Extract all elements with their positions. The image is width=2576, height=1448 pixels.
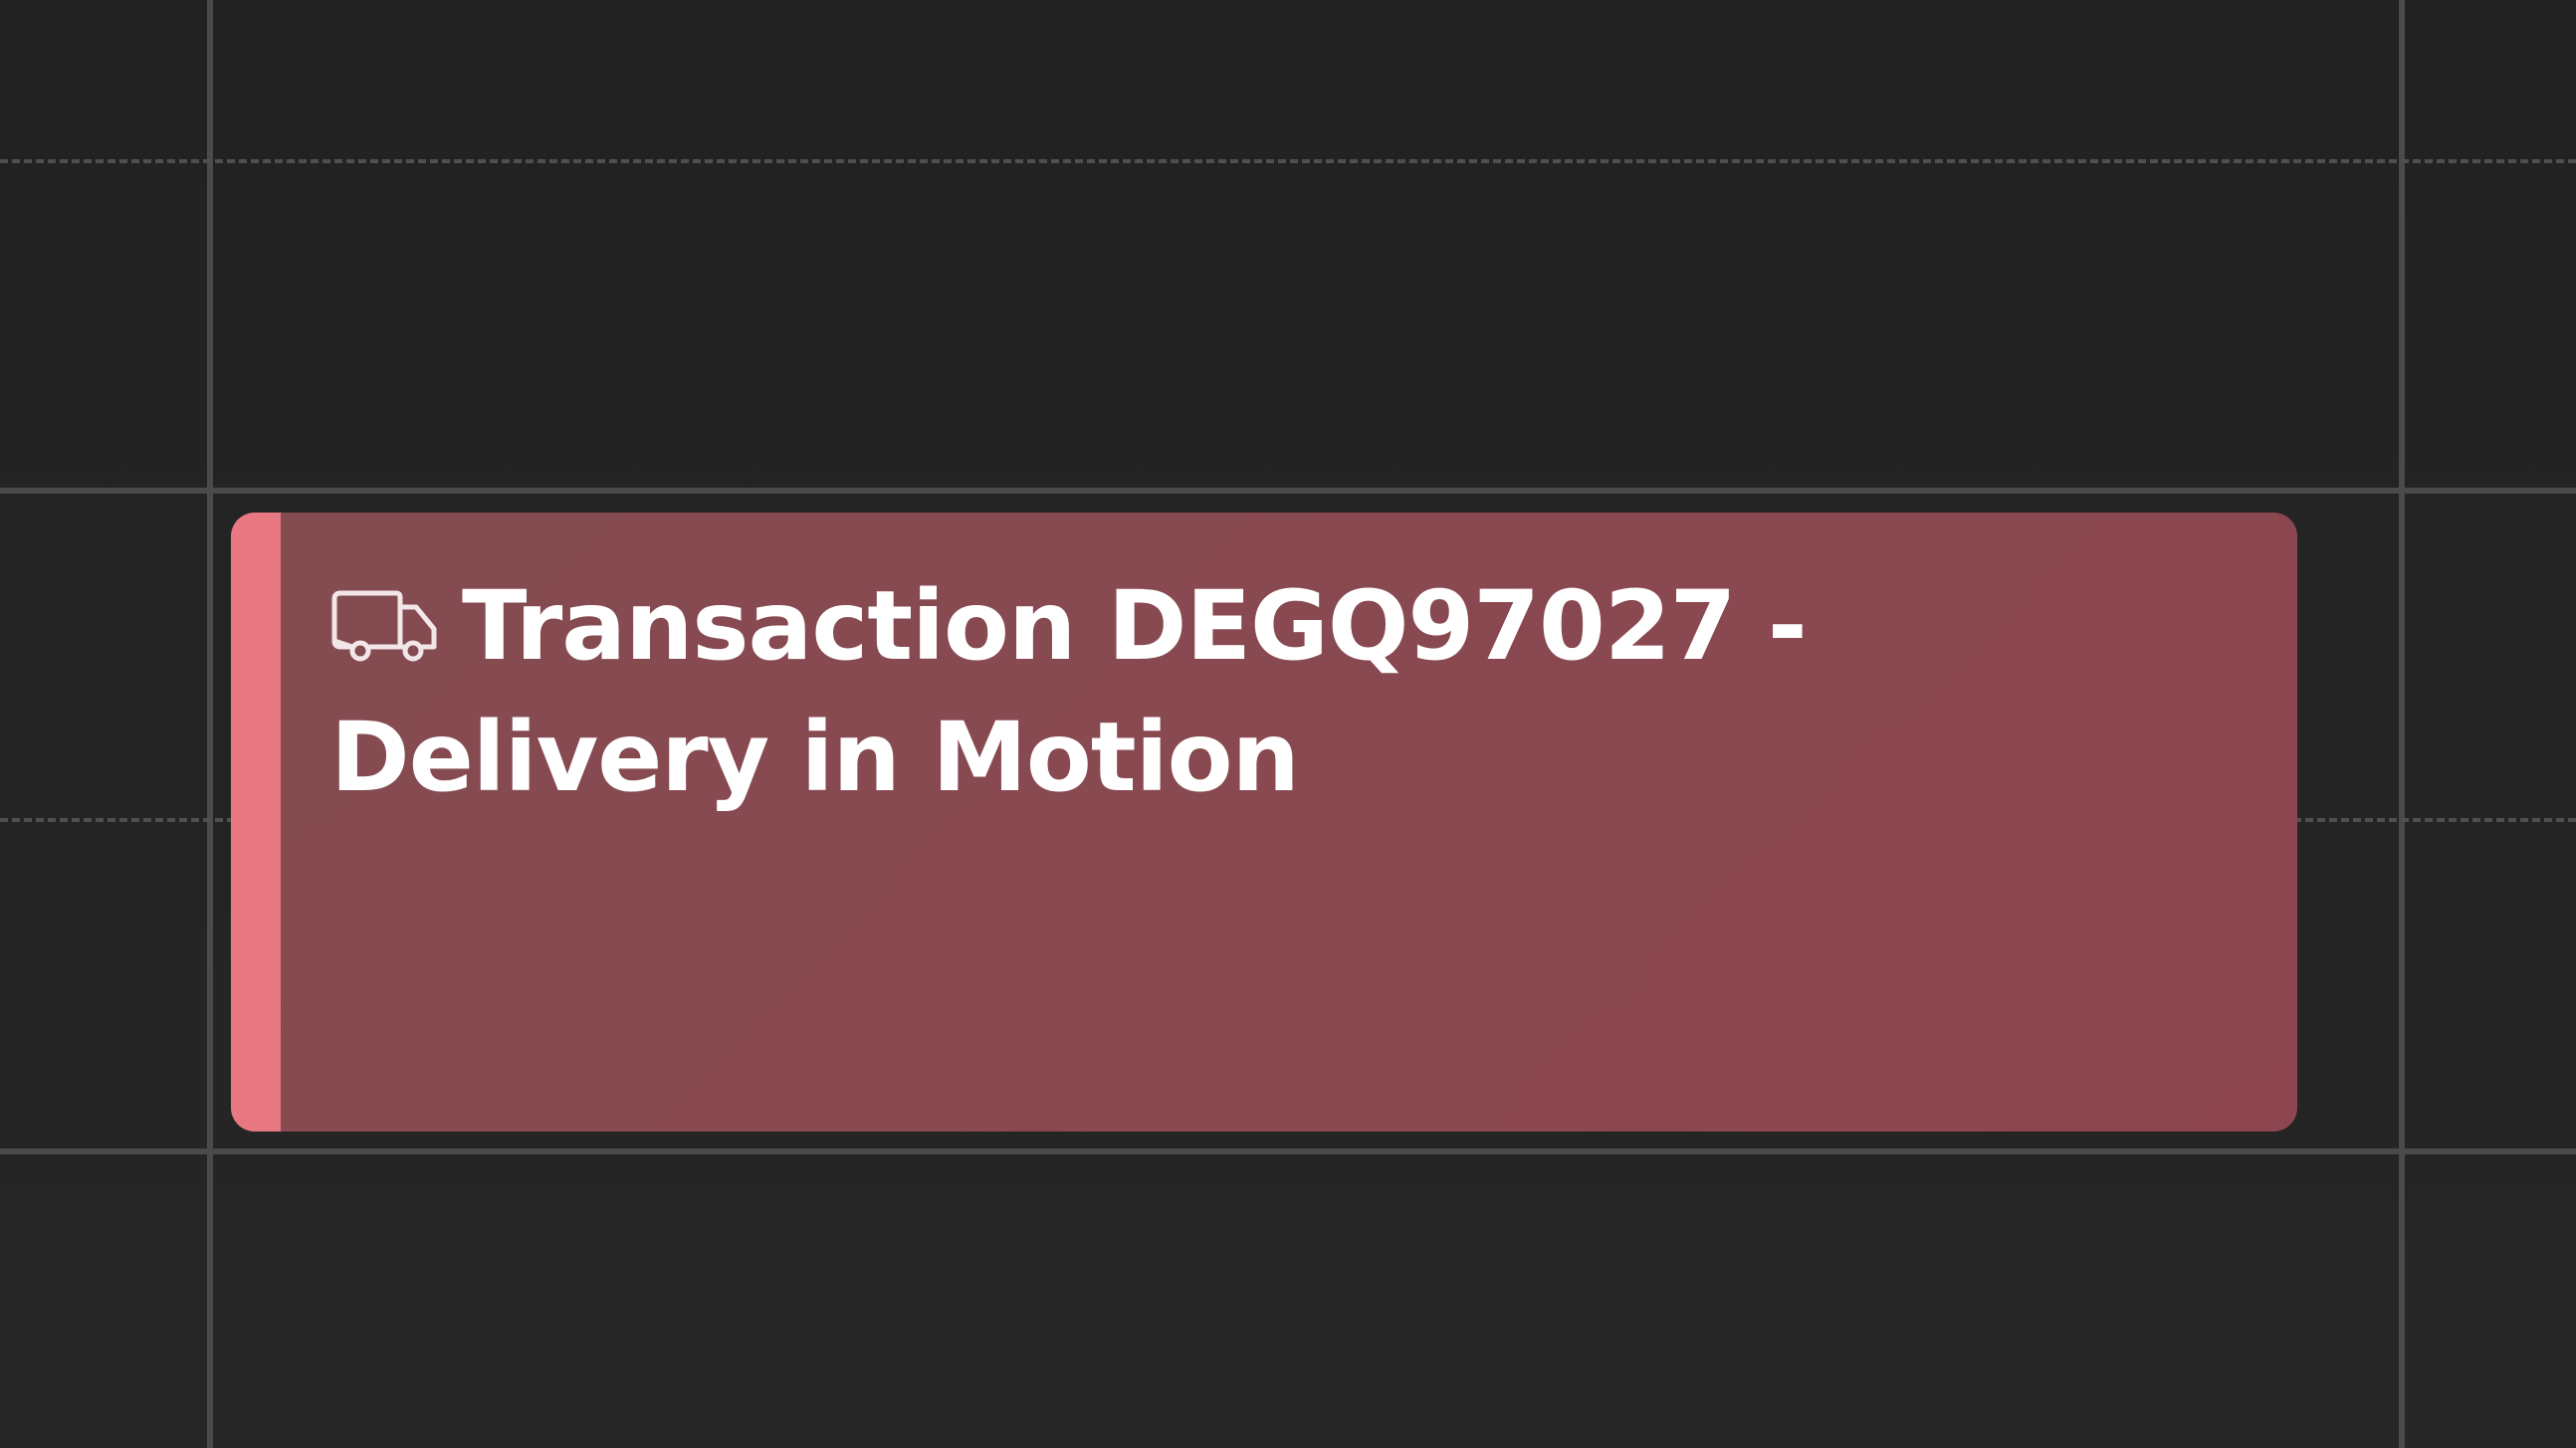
grid-hour-line bbox=[0, 488, 2576, 494]
grid-hour-line bbox=[0, 1148, 2576, 1154]
event-title-row: Transaction DEGQ97027 - Delivery in Moti… bbox=[330, 560, 2271, 823]
event-accent-bar bbox=[231, 513, 281, 1132]
grid-column-divider bbox=[2399, 0, 2405, 1448]
calendar-event[interactable]: Transaction DEGQ97027 - Delivery in Moti… bbox=[231, 513, 2297, 1132]
grid-half-hour-line bbox=[0, 159, 2576, 163]
grid-column-divider bbox=[207, 0, 213, 1448]
truck-icon bbox=[330, 564, 440, 662]
event-title: Transaction DEGQ97027 - Delivery in Moti… bbox=[330, 570, 1808, 813]
